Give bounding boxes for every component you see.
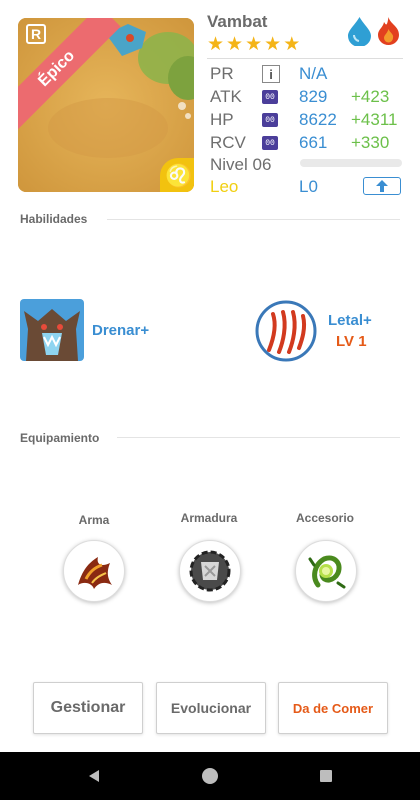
zodiac-sign: Leo [210, 177, 239, 196]
equip-label-weapon: Arma [78, 513, 110, 527]
vine-accessory-icon [308, 555, 346, 589]
equip-label-armor: Armadura [180, 511, 238, 525]
rarity-badge: R [26, 24, 46, 44]
section-divider [107, 219, 400, 220]
shield-armor-icon [189, 550, 231, 592]
stat-bonus: +423 [351, 87, 390, 106]
accessory-slot[interactable] [295, 540, 357, 602]
claw-skill-icon[interactable] [255, 300, 317, 362]
star-icon: ★ [264, 34, 282, 55]
star-rating: ★ ★ ★ ★ ★ [207, 35, 300, 54]
stat-label: RCV [210, 133, 246, 152]
feed-button[interactable]: Da de Comer [278, 682, 388, 734]
level-progress-bar [300, 159, 402, 167]
section-divider [117, 437, 400, 438]
stat-chip-icon: 00 [262, 113, 278, 127]
water-drop-icon [348, 17, 371, 46]
monster-name: Vambat [207, 12, 268, 31]
limit-level: L0 [299, 177, 318, 196]
weapon-slot[interactable] [63, 540, 125, 602]
info-icon[interactable]: i [262, 65, 280, 83]
stat-value: N/A [299, 64, 328, 83]
drain-ability-icon[interactable] [20, 299, 84, 361]
stat-bonus: +330 [351, 133, 390, 152]
claw-weapon-icon [78, 557, 112, 589]
star-icon: ★ [245, 34, 263, 55]
werewolf-portrait-icon [20, 299, 84, 361]
upgrade-button[interactable] [363, 177, 401, 195]
level-label: Nivel 06 [210, 155, 272, 174]
stat-row-hp: HP 00 8622 +4311 [210, 110, 402, 132]
armor-slot[interactable] [179, 540, 241, 602]
stat-value: 661 [299, 133, 328, 152]
stat-value: 829 [299, 87, 328, 106]
system-nav-bar [0, 752, 420, 800]
passive-ability-name[interactable]: Drenar+ [92, 322, 149, 339]
manage-button[interactable]: Gestionar [33, 682, 143, 734]
stat-row-level: Nivel 06 [210, 155, 298, 177]
fire-icon [378, 17, 399, 45]
stat-chip-icon: 00 [262, 136, 278, 150]
equipment-title: Equipamiento [20, 431, 100, 445]
stat-bonus: +4311 [351, 110, 398, 129]
stat-label: HP [210, 110, 234, 129]
leo-zodiac-icon: ♌ [160, 158, 194, 192]
active-skill-level: LV 1 [336, 333, 367, 350]
stat-row-pr: PR i N/A [210, 64, 400, 86]
active-skill-name[interactable]: Letal+ [328, 312, 372, 329]
star-icon: ★ [207, 34, 225, 55]
home-circle-icon [202, 768, 218, 784]
equip-label-accessory: Accesorio [295, 511, 355, 525]
monster-portrait[interactable]: R Épico ♌ [18, 18, 194, 192]
star-icon: ★ [226, 34, 244, 55]
stat-value: 8622 [299, 110, 337, 129]
stat-chip-icon: 00 [262, 90, 278, 104]
arrow-up-icon [376, 180, 388, 192]
stat-row-atk: ATK 00 829 +423 [210, 87, 402, 109]
evolve-button[interactable]: Evolucionar [156, 682, 266, 734]
abilities-title: Habilidades [20, 212, 88, 226]
back-triangle-icon [89, 770, 99, 782]
stat-label: ATK [210, 87, 242, 106]
nav-home-button[interactable] [180, 752, 240, 800]
element-icons [346, 16, 402, 46]
star-icon: ★ [283, 34, 301, 55]
stats-divider [207, 58, 403, 59]
stat-label: PR [210, 64, 234, 83]
recents-square-icon [320, 770, 332, 782]
nav-recents-button[interactable] [296, 752, 356, 800]
stat-row-rcv: RCV 00 661 +330 [210, 133, 402, 155]
nav-back-button[interactable] [64, 752, 124, 800]
